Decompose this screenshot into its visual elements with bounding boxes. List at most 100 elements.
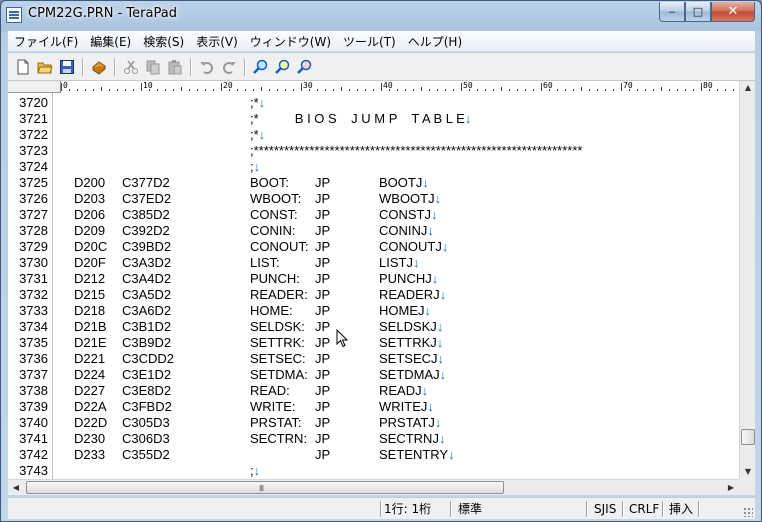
text-line[interactable]: D215 C3A5D2 READER: JP READERJ ↓ (54, 287, 739, 303)
eol-mark-icon: ↓ (412, 255, 420, 270)
paste-icon[interactable] (166, 58, 184, 76)
ruler-tick (717, 89, 718, 91)
ruler-tick (493, 89, 494, 91)
text-line[interactable]: D21B C3B1D2 SELDSK: JP SELDSKJ ↓ (54, 319, 739, 335)
text-line[interactable]: D209 C392D2 CONIN: JP CONINJ ↓ (54, 223, 739, 239)
text-line[interactable]: D224 C3E1D2 SETDMA: JP SETDMAJ ↓ (54, 367, 739, 383)
text-content[interactable]: ;* ↓ ;* B I O S J U M P T A B L E ↓ ;* ↓ ;****… (54, 93, 739, 479)
text-line[interactable]: ; ↓ (54, 159, 739, 175)
status-separator (586, 501, 587, 517)
ruler-tick (661, 87, 662, 91)
vertical-scroll-thumb[interactable] (741, 429, 755, 445)
menu-help[interactable]: ヘルプ(H) (402, 33, 468, 50)
eol-mark-icon: ↓ (253, 463, 261, 478)
hex-col: C306D3 (122, 431, 170, 446)
ruler-tick (509, 89, 510, 91)
label-col: CONST: (250, 207, 298, 222)
text-line[interactable]: D221 C3CDD2 SETSEC: JP SETSECJ ↓ (54, 351, 739, 367)
line-number: 3741 (19, 431, 48, 446)
terapad-app-icon[interactable] (6, 7, 22, 23)
ruler-tick (589, 89, 590, 91)
opcode-col: JP (315, 223, 331, 238)
editor-area[interactable]: 3720 3721 3722 3723 3724 3725 3726 3727 3728 3729… (8, 93, 739, 479)
text-line[interactable]: D227 C3E8D2 READ: JP READJ ↓ (54, 383, 739, 399)
save-icon[interactable] (58, 58, 76, 76)
find-icon[interactable] (252, 58, 270, 76)
insert-mode-indicator[interactable]: 挿入 (669, 501, 693, 518)
copy-icon[interactable] (144, 58, 162, 76)
address-col: D20C (74, 239, 108, 254)
scroll-left-button[interactable]: ◀ (8, 480, 24, 495)
text-line[interactable]: D203 C37ED2 WBOOT: JP WBOOTJ ↓ (54, 191, 739, 207)
resize-grip[interactable] (743, 507, 753, 517)
menu-search[interactable]: 検索(S) (137, 33, 190, 50)
newline-indicator[interactable]: CRLF (629, 501, 659, 518)
text-line[interactable]: ; ↓ (54, 463, 739, 479)
text-line[interactable]: D230 C306D3 SECTRN: JP SECTRNJ ↓ (54, 431, 739, 447)
ruler-tick (69, 89, 70, 91)
text-line[interactable]: D200 C377D2 BOOT: JP BOOTJ ↓ (54, 175, 739, 191)
eol-mark-icon: ↓ (438, 431, 446, 446)
menu-window[interactable]: ウィンドウ(W) (244, 33, 337, 50)
toolbar-separator (190, 58, 191, 76)
text-line[interactable]: D212 C3A4D2 PUNCH: JP PUNCHJ ↓ (54, 271, 739, 287)
text-line[interactable]: D20F C3A3D2 LIST: JP LISTJ ↓ (54, 255, 739, 271)
cut-icon[interactable] (122, 58, 140, 76)
text-line[interactable]: D206 C385D2 CONST: JP CONSTJ ↓ (54, 207, 739, 223)
ruler-tick (733, 89, 734, 91)
text-line[interactable]: D22A C3FBD2 WRITE: JP WRITEJ ↓ (54, 399, 739, 415)
print-icon[interactable] (90, 58, 108, 76)
maximize-button[interactable]: □ (685, 2, 711, 22)
text-line[interactable]: D21E C3B9D2 SETTRK: JP SETTRKJ ↓ (54, 335, 739, 351)
ruler-tick (293, 89, 294, 91)
text-line[interactable]: D20C C39BD2 CONOUT: JP CONOUTJ ↓ (54, 239, 739, 255)
address-col: D209 (74, 223, 106, 238)
eol-mark-icon: ↓ (439, 287, 447, 302)
ruler-tick (525, 89, 526, 91)
address-col: D227 (74, 383, 106, 398)
line-number: 3737 (19, 367, 48, 382)
horizontal-scroll-thumb[interactable]: III (26, 481, 504, 494)
scroll-down-button[interactable]: ▼ (740, 465, 756, 479)
vertical-scrollbar[interactable]: ▲ ▼ (739, 81, 755, 479)
ruler-tick (197, 89, 198, 91)
text-line[interactable]: D233 C355D2 JP SETENTRY ↓ (54, 447, 739, 463)
address-col: D22D (74, 415, 108, 430)
scroll-right-button[interactable]: ▶ (723, 480, 739, 495)
ruler-tick (485, 89, 486, 91)
find-prev-icon[interactable] (296, 58, 314, 76)
redo-icon[interactable] (220, 58, 238, 76)
text-line[interactable]: ;* ↓ (54, 127, 739, 143)
scroll-up-button[interactable]: ▲ (740, 81, 756, 95)
horizontal-scrollbar[interactable]: ◀ III ▶ (8, 479, 739, 495)
status-separator (380, 501, 381, 517)
close-button[interactable]: ✕ (711, 2, 755, 22)
menu-view[interactable]: 表示(V) (190, 33, 244, 50)
hex-col: C37ED2 (122, 191, 172, 206)
eol-mark-icon: ↓ (422, 175, 429, 190)
status-separator (622, 501, 623, 517)
opcode-col: JP (315, 191, 331, 206)
new-file-icon[interactable] (14, 58, 32, 76)
ruler-mark: 80 (703, 81, 713, 90)
text-line[interactable]: ;***************************************… (54, 143, 739, 159)
menu-tools[interactable]: ツール(T) (337, 33, 402, 50)
find-next-icon[interactable] (274, 58, 292, 76)
menu-edit[interactable]: 編集(E) (84, 33, 137, 50)
text-line[interactable]: D22D C305D3 PRSTAT: JP PRSTATJ ↓ (54, 415, 739, 431)
operand-col: HOMEJ (379, 303, 425, 318)
menu-file[interactable]: ファイル(F) (8, 33, 84, 50)
text-line[interactable]: ;* B I O S J U M P T A B L E ↓ (54, 111, 739, 127)
minimize-button[interactable]: ‒ (659, 2, 685, 22)
text-line[interactable]: ;* ↓ (54, 95, 739, 111)
line-number: 3721 (19, 111, 48, 126)
open-folder-icon[interactable] (36, 58, 54, 76)
title-bar[interactable]: CPM22G.PRN - TeraPad ‒ □ ✕ (1, 1, 761, 29)
text-line[interactable]: D218 C3A6D2 HOME: JP HOMEJ ↓ (54, 303, 739, 319)
ruler-tick (333, 89, 334, 91)
label-col: SETTRK: (250, 335, 305, 350)
operand-col: WRITEJ (379, 399, 428, 414)
undo-icon[interactable] (198, 58, 216, 76)
ruler-mark: 0 (63, 81, 68, 90)
encoding-indicator[interactable]: SJIS (594, 501, 616, 518)
